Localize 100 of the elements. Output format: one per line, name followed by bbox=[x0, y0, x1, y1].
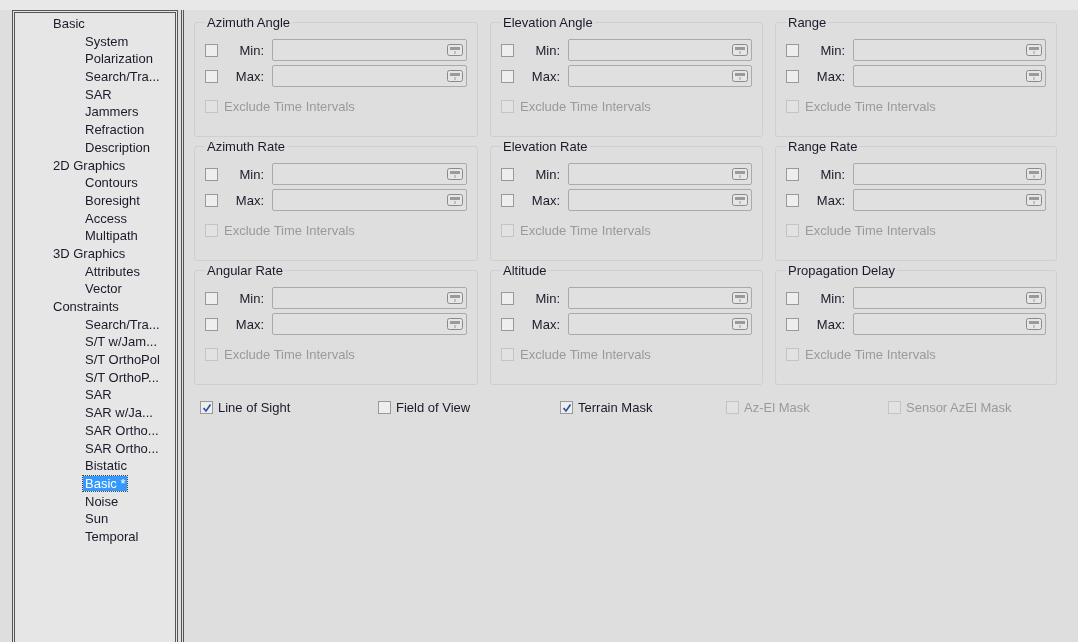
checkbox[interactable] bbox=[501, 291, 514, 305]
tree-item[interactable]: Sun bbox=[83, 511, 111, 527]
checkbox[interactable] bbox=[786, 167, 799, 181]
value-field[interactable] bbox=[568, 189, 752, 211]
tree-item[interactable]: Jammers bbox=[83, 104, 141, 120]
tree-item[interactable]: SAR bbox=[83, 86, 114, 102]
value-field[interactable] bbox=[272, 65, 467, 87]
value-field[interactable] bbox=[853, 163, 1046, 185]
value-field[interactable] bbox=[853, 65, 1046, 87]
tree-item[interactable]: Bistatic bbox=[83, 458, 129, 474]
value-field[interactable] bbox=[272, 163, 467, 185]
value-field[interactable] bbox=[568, 65, 752, 87]
value-field[interactable] bbox=[272, 39, 467, 61]
unit-icon[interactable] bbox=[447, 194, 463, 206]
value-field[interactable] bbox=[853, 313, 1046, 335]
unit-icon[interactable] bbox=[447, 168, 463, 180]
tree-item[interactable]: System bbox=[83, 33, 131, 49]
tree-item[interactable]: Search/Tra... bbox=[83, 69, 162, 85]
value-field[interactable] bbox=[568, 287, 752, 309]
tree-item[interactable]: Constraints bbox=[51, 299, 121, 314]
tree-item[interactable]: Access bbox=[83, 210, 129, 226]
tree-item[interactable]: SAR Ortho... bbox=[83, 440, 161, 456]
checkbox[interactable] bbox=[205, 167, 218, 181]
unit-icon[interactable] bbox=[732, 70, 748, 82]
tree-item[interactable]: Basic bbox=[51, 16, 87, 31]
tree-item[interactable]: Polarization bbox=[83, 51, 155, 67]
value-field[interactable] bbox=[272, 313, 467, 335]
unit-icon[interactable] bbox=[447, 44, 463, 56]
value-field[interactable] bbox=[853, 189, 1046, 211]
value-field[interactable] bbox=[568, 313, 752, 335]
tree-item[interactable]: Temporal bbox=[83, 528, 141, 544]
tree-item[interactable]: S/T OrthoPol bbox=[83, 352, 162, 368]
tree-item[interactable]: Boresight bbox=[83, 192, 142, 208]
unit-icon[interactable] bbox=[732, 194, 748, 206]
unit-icon[interactable] bbox=[447, 318, 463, 330]
checkbox[interactable] bbox=[786, 291, 799, 305]
unit-icon[interactable] bbox=[1026, 318, 1042, 330]
tree-item[interactable]: SAR w/Ja... bbox=[83, 405, 155, 421]
value-field[interactable] bbox=[568, 39, 752, 61]
tree-item[interactable]: 2D Graphics bbox=[51, 157, 128, 173]
tree-item[interactable]: Noise bbox=[83, 493, 121, 509]
checkbox[interactable] bbox=[205, 69, 218, 83]
unit-icon[interactable] bbox=[447, 292, 463, 304]
field-label: Min: bbox=[819, 42, 845, 58]
unit-icon[interactable] bbox=[447, 70, 463, 82]
value-field[interactable] bbox=[568, 163, 752, 185]
field-label: Max: bbox=[815, 316, 845, 332]
tree-item[interactable]: Description bbox=[83, 139, 153, 155]
value-field[interactable] bbox=[272, 189, 467, 211]
checkbox[interactable] bbox=[786, 223, 799, 237]
field-label: Max: bbox=[530, 192, 560, 208]
tree-item[interactable]: Attributes bbox=[83, 263, 142, 279]
unit-icon[interactable] bbox=[1026, 168, 1042, 180]
checkbox[interactable] bbox=[501, 223, 514, 237]
checkbox[interactable] bbox=[501, 43, 514, 57]
value-field[interactable] bbox=[272, 287, 467, 309]
unit-icon[interactable] bbox=[732, 318, 748, 330]
unit-icon[interactable] bbox=[1026, 70, 1042, 82]
checkbox[interactable] bbox=[501, 69, 514, 83]
checkbox[interactable] bbox=[205, 43, 218, 57]
unit-icon[interactable] bbox=[1026, 292, 1042, 304]
checkbox-label: Exclude Time Intervals bbox=[520, 346, 651, 362]
unit-icon[interactable] bbox=[732, 168, 748, 180]
tree-item[interactable]: S/T OrthoP... bbox=[83, 369, 161, 385]
tree-item[interactable]: Multipath bbox=[83, 228, 140, 244]
checkbox[interactable] bbox=[205, 223, 218, 237]
unit-icon[interactable] bbox=[1026, 194, 1042, 206]
tree-item[interactable]: SAR Ortho... bbox=[83, 422, 161, 438]
checkbox[interactable] bbox=[501, 167, 514, 181]
checkbox[interactable] bbox=[378, 401, 391, 414]
tree-item[interactable]: Search/Tra... bbox=[83, 316, 162, 332]
checkbox[interactable] bbox=[200, 401, 213, 414]
checkbox[interactable] bbox=[560, 401, 573, 414]
checkbox[interactable] bbox=[786, 69, 799, 83]
unit-icon[interactable] bbox=[732, 292, 748, 304]
checkbox[interactable] bbox=[786, 43, 799, 57]
checkbox[interactable] bbox=[501, 99, 514, 113]
checkbox[interactable] bbox=[501, 317, 514, 331]
checkbox[interactable] bbox=[786, 99, 799, 113]
tree-item[interactable]: 3D Graphics bbox=[51, 245, 128, 261]
checkbox[interactable] bbox=[205, 291, 218, 305]
checkbox[interactable] bbox=[205, 347, 218, 361]
checkbox[interactable] bbox=[786, 193, 799, 207]
checkbox[interactable] bbox=[205, 193, 218, 207]
value-field[interactable] bbox=[853, 39, 1046, 61]
value-field[interactable] bbox=[853, 287, 1046, 309]
checkbox[interactable] bbox=[501, 347, 514, 361]
tree-item[interactable]: S/T w/Jam... bbox=[83, 334, 159, 350]
checkbox-label: Exclude Time Intervals bbox=[805, 222, 936, 238]
checkbox[interactable] bbox=[205, 99, 218, 113]
tree-item[interactable]: Refraction bbox=[83, 122, 147, 138]
checkbox[interactable] bbox=[501, 193, 514, 207]
unit-icon[interactable] bbox=[732, 44, 748, 56]
checkbox[interactable] bbox=[786, 347, 799, 361]
tree-item[interactable]: Vector bbox=[83, 281, 124, 297]
checkbox[interactable] bbox=[205, 317, 218, 331]
checkbox[interactable] bbox=[786, 317, 799, 331]
tree-item[interactable]: SAR bbox=[83, 387, 114, 403]
tree-item[interactable]: Contours bbox=[83, 175, 140, 191]
unit-icon[interactable] bbox=[1026, 44, 1042, 56]
